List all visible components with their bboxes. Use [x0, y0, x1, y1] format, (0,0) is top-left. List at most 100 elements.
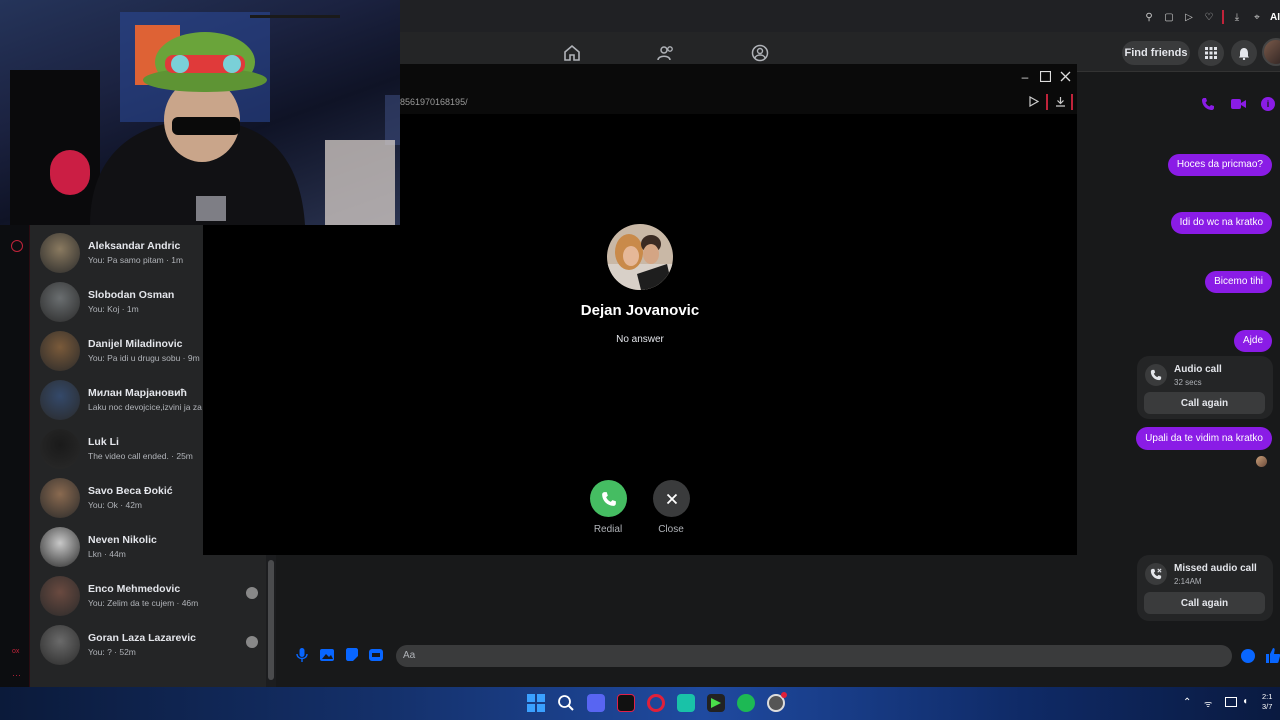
groups-icon[interactable] [751, 44, 769, 62]
clock-date: 3/7 [1262, 702, 1273, 711]
more-icon[interactable]: ··· [12, 670, 21, 680]
scrollbar-thumb[interactable] [268, 560, 274, 680]
chat-name: Милан Марјановић [88, 387, 187, 399]
browser-actions: ⚲ ▢ ▷ ♡ ⤓ ⌖ AI [1142, 10, 1280, 24]
avatar [40, 282, 80, 322]
app-icon[interactable] [677, 694, 695, 712]
system-clock[interactable]: 2:1 3/7 [1262, 692, 1272, 712]
missed-call-icon [1145, 563, 1167, 585]
discord-icon[interactable] [587, 694, 605, 712]
start-icon[interactable] [527, 694, 545, 712]
home-icon[interactable] [563, 44, 581, 62]
notification-dot [781, 692, 787, 698]
chat-name: Goran Laza Lazarevic [88, 632, 196, 644]
call-card-title: Missed audio call [1174, 563, 1257, 574]
message-bubble[interactable]: Ajde [1233, 330, 1272, 352]
close-icon [666, 493, 677, 504]
read-receipt-avatar [246, 587, 258, 599]
download-icon[interactable]: ⤓ [1230, 12, 1244, 23]
call-again-button[interactable]: Call again [1144, 592, 1265, 614]
play-icon[interactable]: ▷ [1182, 12, 1196, 23]
chat-preview: You: Koj · 1m [88, 304, 139, 314]
avatar [40, 527, 80, 567]
friends-icon[interactable] [657, 44, 675, 62]
avatar [40, 478, 80, 518]
caller-avatar [607, 224, 673, 290]
taskbar [0, 687, 1280, 720]
volume-icon[interactable]: ◖ [1242, 696, 1248, 707]
microphone-icon[interactable] [296, 648, 308, 662]
avatar [40, 380, 80, 420]
maximize-icon[interactable] [1038, 70, 1052, 84]
call-card-title: Audio call [1174, 364, 1222, 375]
chat-preview: You: Ok · 42m [88, 500, 143, 510]
video-icon[interactable] [1231, 98, 1246, 110]
caller-name: Dejan Jovanovic [580, 302, 700, 319]
window-close-icon[interactable] [1058, 70, 1072, 84]
call-status: No answer [616, 334, 664, 345]
terminal-icon[interactable] [707, 694, 725, 712]
chat-preview: Lkn · 44m [88, 549, 126, 559]
call-outgoing-icon [1145, 364, 1167, 386]
chat-preview: You: Pa samo pitam · 1m [88, 255, 184, 265]
heart-icon[interactable]: ♡ [1202, 12, 1216, 23]
rail-icon[interactable]: ox [12, 648, 19, 655]
window-icon[interactable]: ▢ [1162, 12, 1176, 23]
separator [1222, 10, 1224, 24]
message-bubble[interactable]: Idi do wc na kratko [1170, 212, 1272, 234]
audio-call-card: Audio call 32 secs Call again [1137, 356, 1273, 419]
seen-avatar [1256, 456, 1267, 467]
tray-chevron-icon[interactable]: ⌃ [1183, 697, 1191, 708]
missed-call-card: Missed audio call 2:14AM Call again [1137, 555, 1273, 621]
avatar [40, 331, 80, 371]
opera-icon[interactable] [647, 694, 665, 712]
ai-label[interactable]: AI [1270, 12, 1280, 23]
avatar [40, 625, 80, 665]
phone-icon[interactable] [1201, 97, 1215, 111]
pin-icon[interactable]: ⚲ [1142, 12, 1156, 23]
message-bubble[interactable]: Hoces da pricmao? [1167, 154, 1272, 176]
message-bubble[interactable]: Upali da te vidim na kratko [1136, 427, 1272, 450]
message-input[interactable]: Aa [396, 645, 1232, 667]
emoji-icon[interactable] [1241, 649, 1255, 663]
spotify-icon[interactable] [737, 694, 755, 712]
bell-icon[interactable] [1231, 40, 1257, 66]
message-bubble[interactable]: Bicemo tihi [1205, 271, 1272, 293]
phone-icon [601, 491, 616, 506]
read-receipt-avatar [246, 636, 258, 648]
avatar [40, 233, 80, 273]
avatar [40, 429, 80, 469]
apps-grid-icon[interactable] [1198, 40, 1224, 66]
chat-name: Luk Li [88, 436, 119, 448]
settings-icon[interactable] [11, 240, 23, 252]
close-call-button[interactable] [653, 480, 690, 517]
chat-name: Neven Nikolic [88, 534, 157, 546]
chat-preview: You: Pa idi u drugu sobu · 9m [88, 353, 200, 363]
chrome-icon[interactable] [767, 692, 787, 712]
clock-time: 2:1 [1262, 692, 1273, 701]
display-icon[interactable] [1225, 697, 1237, 707]
tag-icon[interactable]: ⌖ [1250, 12, 1264, 23]
redial-button[interactable] [590, 480, 627, 517]
network-icon[interactable]: ᯤ [1204, 697, 1212, 710]
gif-icon[interactable] [369, 648, 383, 662]
minimize-icon[interactable]: – [1018, 70, 1032, 84]
info-icon[interactable]: i [1261, 97, 1275, 111]
chat-name: Aleksandar Andric [88, 240, 181, 252]
chat-list-item[interactable]: Goran Laza Lazarevic You: ? · 52m [30, 621, 276, 670]
chat-list-item[interactable]: Enco Mehmedovic You: Zelim da te cujem · … [30, 572, 276, 621]
chat-name: Slobodan Osman [88, 289, 175, 301]
download-icon[interactable] [1055, 96, 1066, 107]
search-icon[interactable] [557, 694, 575, 712]
call-card-time: 2:14AM [1174, 577, 1202, 586]
separator [1071, 94, 1073, 110]
find-friends-button[interactable]: Find friends [1122, 41, 1190, 65]
redial-label: Redial [593, 524, 623, 535]
thumbs-up-icon[interactable] [1266, 648, 1280, 663]
photo-icon[interactable] [320, 648, 334, 662]
sticker-icon[interactable] [345, 648, 359, 662]
play-icon[interactable] [1028, 96, 1039, 107]
tiktok-icon[interactable] [617, 694, 635, 712]
chat-name: Danijel Miladinovic [88, 338, 183, 350]
call-again-button[interactable]: Call again [1144, 392, 1265, 414]
